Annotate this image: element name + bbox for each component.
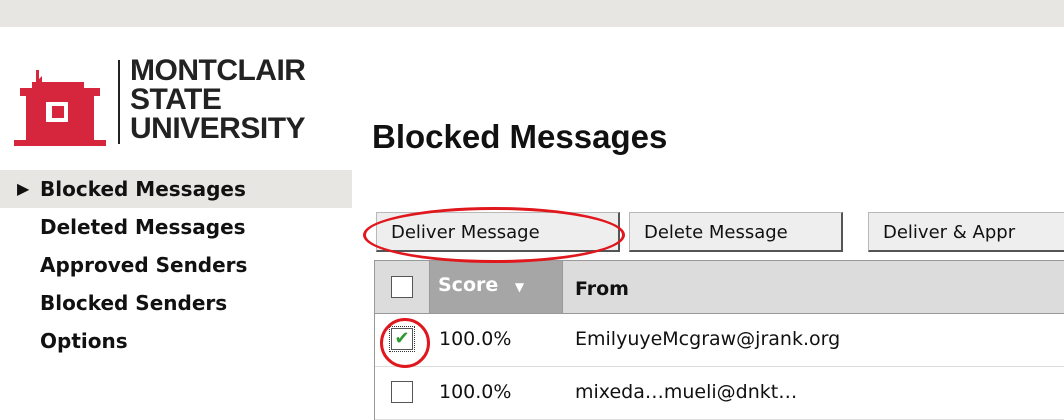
select-all-cell bbox=[375, 261, 430, 313]
sidebar-nav: ▶ Blocked Messages Deleted Messages Appr… bbox=[0, 170, 352, 360]
university-logo: MONTCLAIR STATE UNIVERSITY bbox=[12, 54, 312, 154]
checkmark-icon: ✔ bbox=[394, 328, 410, 349]
from-column-header[interactable]: From bbox=[563, 261, 629, 313]
sidebar-item-label: Deleted Messages bbox=[40, 215, 246, 239]
sidebar-item-blocked-senders[interactable]: Blocked Senders bbox=[0, 284, 352, 322]
logo-line-1: MONTCLAIR bbox=[130, 54, 306, 87]
table-header: Score ▼ From bbox=[375, 261, 1064, 314]
sidebar-item-label: Blocked Senders bbox=[40, 291, 228, 315]
sidebar-item-approved-senders[interactable]: Approved Senders bbox=[0, 246, 352, 284]
row-check-cell: ✔ bbox=[375, 314, 430, 366]
deliver-message-button[interactable]: Deliver Message bbox=[376, 212, 620, 252]
sort-descending-icon: ▼ bbox=[514, 280, 525, 294]
logo-wordmark: MONTCLAIR STATE UNIVERSITY bbox=[130, 54, 306, 145]
table-row[interactable]: 100.0% mixeda…mueli@dnkt… bbox=[375, 367, 1064, 420]
score-header-label: Score bbox=[438, 274, 499, 296]
sidebar-item-label: Blocked Messages bbox=[40, 177, 246, 201]
select-all-checkbox[interactable] bbox=[391, 276, 413, 298]
row-score: 100.0% bbox=[439, 381, 512, 403]
logo-line-2: STATE bbox=[130, 83, 222, 116]
row-checkbox[interactable]: ✔ bbox=[389, 326, 415, 352]
deliver-and-approve-button[interactable]: Deliver & Appr bbox=[868, 212, 1064, 252]
row-from: mixeda…mueli@dnkt… bbox=[575, 381, 798, 403]
table-row[interactable]: ✔ 100.0% EmilyuyeMcgraw@jrank.org bbox=[375, 314, 1064, 367]
score-column-header[interactable]: Score ▼ bbox=[430, 261, 563, 313]
row-checkbox[interactable] bbox=[391, 381, 413, 403]
row-from: EmilyuyeMcgraw@jrank.org bbox=[575, 328, 841, 350]
sidebar-item-options[interactable]: Options bbox=[0, 322, 352, 360]
row-score: 100.0% bbox=[439, 328, 512, 350]
sidebar-item-blocked-messages[interactable]: ▶ Blocked Messages bbox=[0, 170, 352, 208]
logo-divider bbox=[118, 60, 120, 144]
sidebar-item-label: Approved Senders bbox=[40, 253, 248, 277]
page-title: Blocked Messages bbox=[372, 118, 668, 155]
messages-table: Score ▼ From ✔ 100.0% EmilyuyeMcgraw@jra… bbox=[374, 260, 1064, 420]
delete-message-button[interactable]: Delete Message bbox=[629, 212, 843, 252]
top-bar bbox=[0, 0, 1064, 27]
active-arrow-icon: ▶ bbox=[17, 179, 30, 198]
sidebar-item-deleted-messages[interactable]: Deleted Messages bbox=[0, 208, 352, 246]
university-building-icon bbox=[14, 70, 106, 146]
logo-line-3: UNIVERSITY bbox=[130, 112, 306, 145]
row-check-cell bbox=[375, 367, 430, 419]
sidebar-item-label: Options bbox=[40, 329, 128, 353]
